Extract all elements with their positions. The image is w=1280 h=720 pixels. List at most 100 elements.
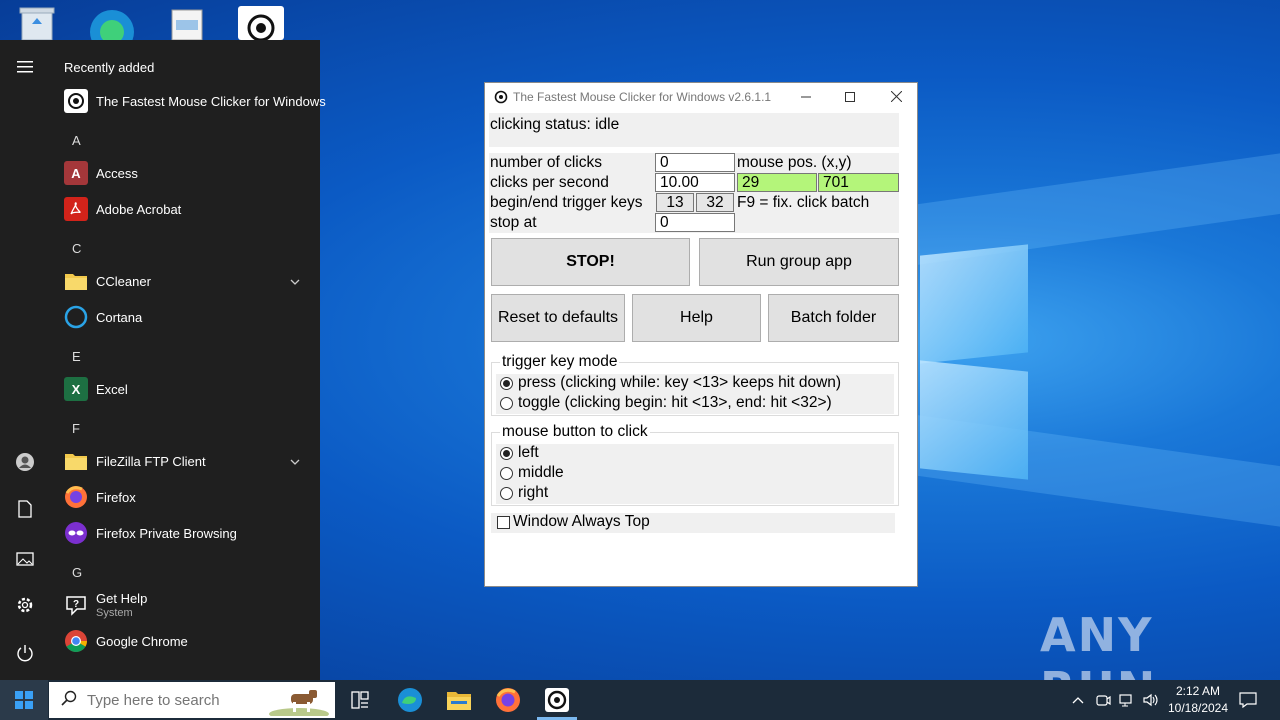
clicking-status: clicking status: idle [490,116,620,133]
maximize-button[interactable] [827,83,873,111]
search-highlight-illustration [267,684,331,720]
taskbar: 2:12 AM 10/18/2024 [0,680,1280,720]
firefox-icon[interactable] [484,680,532,720]
mouse-button-middle-option[interactable]: middle [496,464,894,484]
notifications-icon[interactable] [1236,680,1260,720]
window-always-top-option[interactable]: Window Always Top [491,513,895,533]
search-input[interactable] [87,688,267,712]
app-item-google-chrome[interactable]: Google Chrome [50,623,320,659]
settings-icon[interactable] [13,596,37,620]
option-label: press (clicking while: key <13> keeps hi… [518,374,842,391]
minimize-button[interactable] [783,83,829,111]
app-item-firefox-private[interactable]: Firefox Private Browsing [50,515,320,551]
letter-header-f[interactable]: F [72,421,80,436]
user-icon[interactable] [13,452,37,476]
trigger-mode-press-option[interactable]: press (clicking while: key <13> keeps hi… [496,374,894,394]
app-item-mouse-clicker[interactable]: The Fastest Mouse Clicker for Windows [50,83,326,119]
taskbar-search[interactable] [49,682,335,720]
radio-unselected[interactable] [500,487,513,500]
taskbar-clock[interactable]: 2:12 AM 10/18/2024 [1160,683,1236,717]
app-label: Firefox [96,489,136,505]
radio-unselected[interactable] [500,467,513,480]
app-label: Google Chrome [96,633,188,649]
clock-time: 2:12 AM [1175,684,1221,698]
chevron-up-icon[interactable] [1068,680,1088,720]
mouse-clicker-shortcut-icon[interactable] [236,4,292,42]
app-item-adobe-acrobat[interactable]: Adobe Acrobat [50,191,320,227]
option-label: toggle (clicking begin: hit <13>, end: h… [518,394,832,411]
radio-unselected[interactable] [500,397,513,410]
get-help-icon: ? [64,593,88,617]
radio-selected[interactable] [500,447,513,460]
app-list: Recently added The Fastest Mouse Clicker… [50,40,326,680]
folder-icon [64,449,88,473]
window-title: The Fastest Mouse Clicker for Windows v2… [513,90,772,104]
number-of-clicks-field[interactable]: 0 [655,153,735,172]
firefox-icon [64,485,88,509]
edge-icon[interactable] [386,680,434,720]
stop-at-field[interactable]: 0 [655,213,735,232]
app-item-filezilla[interactable]: FileZilla FTP Client [50,443,320,479]
clicks-per-second-label: clicks per second [490,174,609,191]
batch-folder-button[interactable]: Batch folder [768,294,899,342]
mouse-clicker-icon[interactable] [533,680,581,720]
app-label: Get Help [96,591,148,606]
windows-logo-graphic [920,240,1030,480]
app-item-access[interactable]: A Access [50,155,320,191]
app-item-firefox[interactable]: Firefox [50,479,320,515]
mouse-button-left-option[interactable]: left [496,444,894,464]
help-button[interactable]: Help [632,294,761,342]
chevron-down-icon[interactable] [290,274,300,288]
windows-icon [15,691,33,709]
letter-header-a[interactable]: A [72,133,81,148]
end-key-field[interactable]: 32 [696,193,734,212]
radio-selected[interactable] [500,377,513,390]
task-view-icon[interactable] [336,680,384,720]
cortana-icon [64,305,88,329]
title-bar[interactable]: The Fastest Mouse Clicker for Windows v2… [485,83,917,111]
stop-at-label: stop at [490,214,537,231]
app-item-cortana[interactable]: Cortana [50,299,320,335]
chrome-icon [64,629,88,653]
app-label: Adobe Acrobat [96,201,182,217]
trigger-mode-title: trigger key mode [500,353,620,371]
app-item-get-help[interactable]: ? Get Help System [50,587,320,623]
start-button[interactable] [0,680,48,720]
always-top-checkbox[interactable] [497,516,510,529]
mouse-clicker-window: The Fastest Mouse Clicker for Windows v2… [484,82,918,587]
hamburger-menu-icon[interactable] [13,56,37,80]
begin-key-field[interactable]: 13 [656,193,694,212]
mouse-button-right-option[interactable]: right [496,484,894,504]
option-label: left [518,444,539,461]
edge-shortcut-icon[interactable] [86,4,142,54]
recently-added-title: Recently added [64,60,155,75]
app-item-ccleaner[interactable]: CCleaner [50,263,320,299]
recycle-bin-icon[interactable] [12,4,68,41]
clock-date: 10/18/2024 [1167,701,1229,715]
clicks-per-second-field[interactable]: 10.00 [655,173,735,192]
file-explorer-icon[interactable] [435,680,483,720]
chevron-down-icon[interactable] [290,454,300,468]
mouse-clicker-icon [494,90,508,104]
trigger-mode-toggle-option[interactable]: toggle (clicking begin: hit <13>, end: h… [496,394,894,414]
app-item-excel[interactable]: X Excel [50,371,320,407]
letter-header-g[interactable]: G [72,565,82,580]
stop-button[interactable]: STOP! [491,238,690,286]
documents-icon[interactable] [13,500,37,524]
pictures-icon[interactable] [13,548,37,572]
volume-icon[interactable] [1140,680,1162,720]
power-icon[interactable] [13,644,37,668]
start-rail [0,40,50,680]
app-label: Access [96,165,138,181]
f9-hint: F9 = fix. click batch [737,194,870,211]
file-shortcut-icon[interactable] [162,4,218,41]
letter-header-e[interactable]: E [72,349,81,364]
option-label: Window Always Top [513,513,650,530]
letter-header-c[interactable]: C [72,241,81,256]
network-icon[interactable] [1116,680,1138,720]
close-button[interactable] [873,83,919,111]
reset-defaults-button[interactable]: Reset to defaults [491,294,625,342]
run-group-app-button[interactable]: Run group app [699,238,899,286]
meet-now-icon[interactable] [1092,680,1114,720]
start-menu: Recently added The Fastest Mouse Clicker… [0,40,326,680]
